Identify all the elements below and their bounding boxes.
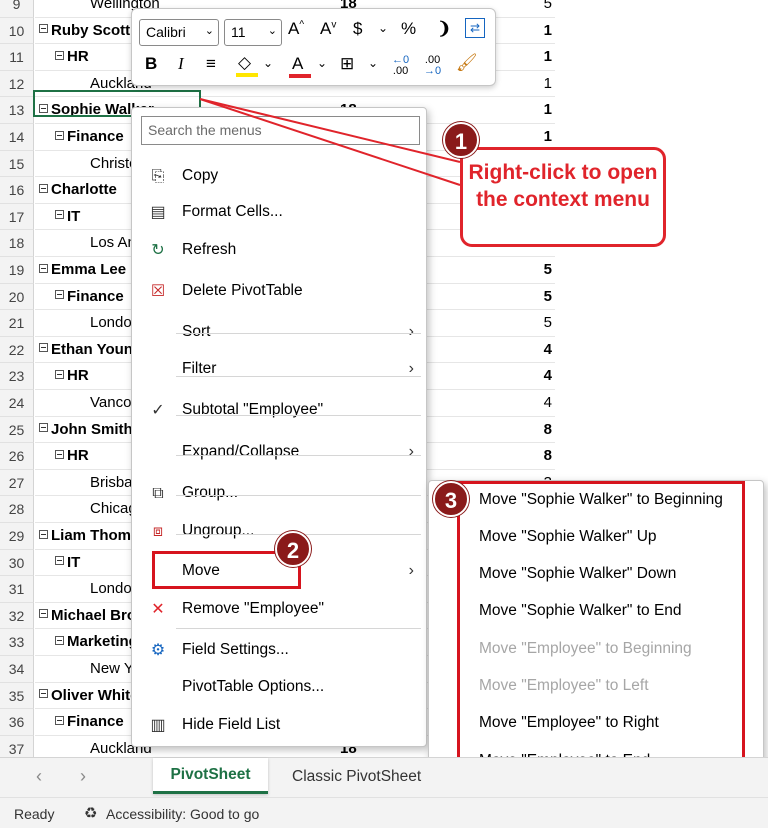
status-ready: Ready (14, 806, 55, 822)
callout-text: Right-click to open the context menu (460, 147, 666, 247)
sheet-tab-bar: ‹ › PivotSheet Classic PivotSheet (0, 757, 768, 797)
step-badge-3: 3 (433, 481, 469, 517)
next-sheet-icon[interactable]: › (80, 766, 86, 787)
accessibility-status[interactable]: Accessibility: Good to go (106, 806, 259, 822)
status-bar: Ready ♻ Accessibility: Good to go (0, 797, 768, 828)
step-badge-2: 2 (275, 531, 311, 567)
prev-sheet-icon[interactable]: ‹ (36, 766, 42, 787)
tab-pivotsheet[interactable]: PivotSheet (153, 758, 268, 794)
tab-classic-pivotsheet[interactable]: Classic PivotSheet (292, 758, 421, 794)
accessibility-icon: ♻ (84, 805, 98, 822)
step-badge-1: 1 (443, 122, 479, 158)
